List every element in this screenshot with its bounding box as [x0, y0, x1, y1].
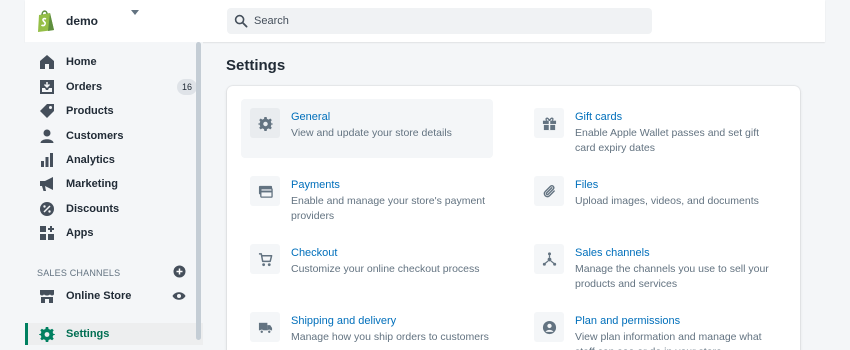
- setting-description: Upload images, videos, and documents: [575, 195, 759, 207]
- apps-icon: [40, 226, 54, 240]
- setting-description: Enable and manage your store's payment p…: [291, 195, 486, 222]
- truck-icon: [258, 322, 272, 334]
- setting-icon-box: [534, 176, 564, 206]
- shopify-bag-logo-icon: [38, 10, 54, 32]
- setting-checkout[interactable]: Checkout Customize your online checkout …: [241, 235, 493, 294]
- megaphone-icon: [40, 177, 53, 191]
- orders-icon: [40, 80, 54, 94]
- setting-title[interactable]: Plan and permissions: [575, 315, 680, 327]
- setting-description: Enable Apple Wallet passes and set gift …: [575, 127, 760, 154]
- setting-icon-box: [250, 108, 280, 138]
- search-placeholder: Search: [254, 15, 289, 27]
- sidebar-item-marketing[interactable]: Marketing: [25, 173, 203, 195]
- sidebar-item-label: Home: [66, 56, 97, 68]
- account-icon: [542, 320, 556, 334]
- top-bar: demo Search: [25, 0, 825, 42]
- setting-description: View and update your store details: [291, 127, 452, 139]
- setting-plan-and-permissions[interactable]: Plan and permissions View plan informati…: [525, 303, 777, 350]
- orders-count-badge: 16: [176, 79, 197, 95]
- setting-title[interactable]: Payments: [291, 179, 340, 191]
- sidebar-item-label: Marketing: [66, 178, 118, 190]
- sidebar-item-label: Discounts: [66, 203, 120, 215]
- setting-title[interactable]: Checkout: [291, 247, 337, 259]
- setting-sales-channels[interactable]: Sales channels Manage the channels you u…: [525, 235, 777, 294]
- setting-icon-box: [250, 244, 280, 274]
- sidebar-item-analytics[interactable]: Analytics: [25, 149, 203, 171]
- bar-chart-icon: [41, 153, 53, 167]
- setting-gift-cards[interactable]: Gift cards Enable Apple Wallet passes an…: [525, 99, 777, 158]
- setting-description: Manage how you ship orders to customers: [291, 331, 489, 343]
- setting-title[interactable]: Sales channels: [575, 247, 650, 259]
- setting-payments[interactable]: Payments Enable and manage your store's …: [241, 167, 493, 226]
- setting-shipping-and-delivery[interactable]: Shipping and delivery Manage how you shi…: [241, 303, 493, 350]
- sidebar-item-apps[interactable]: Apps: [25, 222, 203, 244]
- channels-icon: [542, 251, 556, 266]
- add-sales-channel-icon[interactable]: [173, 265, 186, 278]
- search-input[interactable]: Search: [227, 8, 652, 34]
- home-icon: [40, 55, 54, 69]
- setting-icon-box: [534, 244, 564, 274]
- settings-card: General View and update your store detai…: [227, 86, 800, 350]
- search-icon: [234, 14, 248, 28]
- store-switcher[interactable]: demo: [35, 8, 98, 34]
- setting-description: Customize your online checkout process: [291, 263, 480, 275]
- setting-title[interactable]: General: [291, 111, 330, 123]
- cart-icon: [258, 252, 272, 266]
- setting-icon-box: [250, 176, 280, 206]
- sidebar-item-discounts[interactable]: Discounts: [25, 198, 203, 220]
- gear-icon: [257, 116, 273, 131]
- gift-icon: [542, 117, 556, 130]
- payment-icon: [258, 185, 273, 198]
- setting-icon-box: [534, 312, 564, 342]
- sidebar-item-orders[interactable]: Orders 16: [25, 76, 203, 98]
- setting-description: Manage the channels you use to sell your…: [575, 263, 769, 290]
- eye-icon[interactable]: [172, 290, 186, 302]
- paperclip-icon: [543, 184, 555, 197]
- person-icon: [40, 129, 54, 143]
- setting-description: View plan information and manage what st…: [575, 331, 762, 350]
- setting-title[interactable]: Gift cards: [575, 111, 622, 123]
- page-title: Settings: [226, 57, 286, 74]
- sidebar-item-settings[interactable]: Settings: [25, 323, 203, 345]
- sidebar-item-label: Apps: [66, 227, 94, 239]
- sidebar-item-label: Orders: [66, 81, 103, 93]
- setting-icon-box: [250, 312, 280, 342]
- sidebar-nav: Home Orders 16 Products Customers Analyt…: [25, 42, 203, 350]
- setting-files[interactable]: Files Upload images, videos, and documen…: [525, 167, 777, 226]
- sidebar-item-label: Online Store: [66, 290, 132, 302]
- tag-icon: [40, 104, 54, 118]
- store-icon: [40, 290, 54, 303]
- setting-general[interactable]: General View and update your store detai…: [241, 99, 493, 158]
- sales-channels-heading: SALES CHANNELS: [37, 268, 121, 278]
- sidebar-item-products[interactable]: Products: [25, 100, 203, 122]
- sidebar-item-label: Customers: [66, 130, 124, 142]
- setting-icon-box: [534, 108, 564, 138]
- gear-icon: [39, 327, 55, 342]
- active-indicator: [25, 323, 28, 345]
- store-name: demo: [66, 14, 99, 28]
- setting-title[interactable]: Files: [575, 179, 598, 191]
- discount-icon: [40, 202, 54, 216]
- sidebar-item-customers[interactable]: Customers: [25, 125, 203, 147]
- caret-down-icon[interactable]: [130, 9, 140, 17]
- sidebar-item-label: Settings: [66, 328, 110, 340]
- sidebar-scrollbar[interactable]: [196, 42, 201, 340]
- sidebar-item-label: Products: [66, 105, 114, 117]
- sidebar-item-home[interactable]: Home: [25, 51, 203, 73]
- sidebar-item-label: Analytics: [66, 154, 115, 166]
- setting-title[interactable]: Shipping and delivery: [291, 315, 396, 327]
